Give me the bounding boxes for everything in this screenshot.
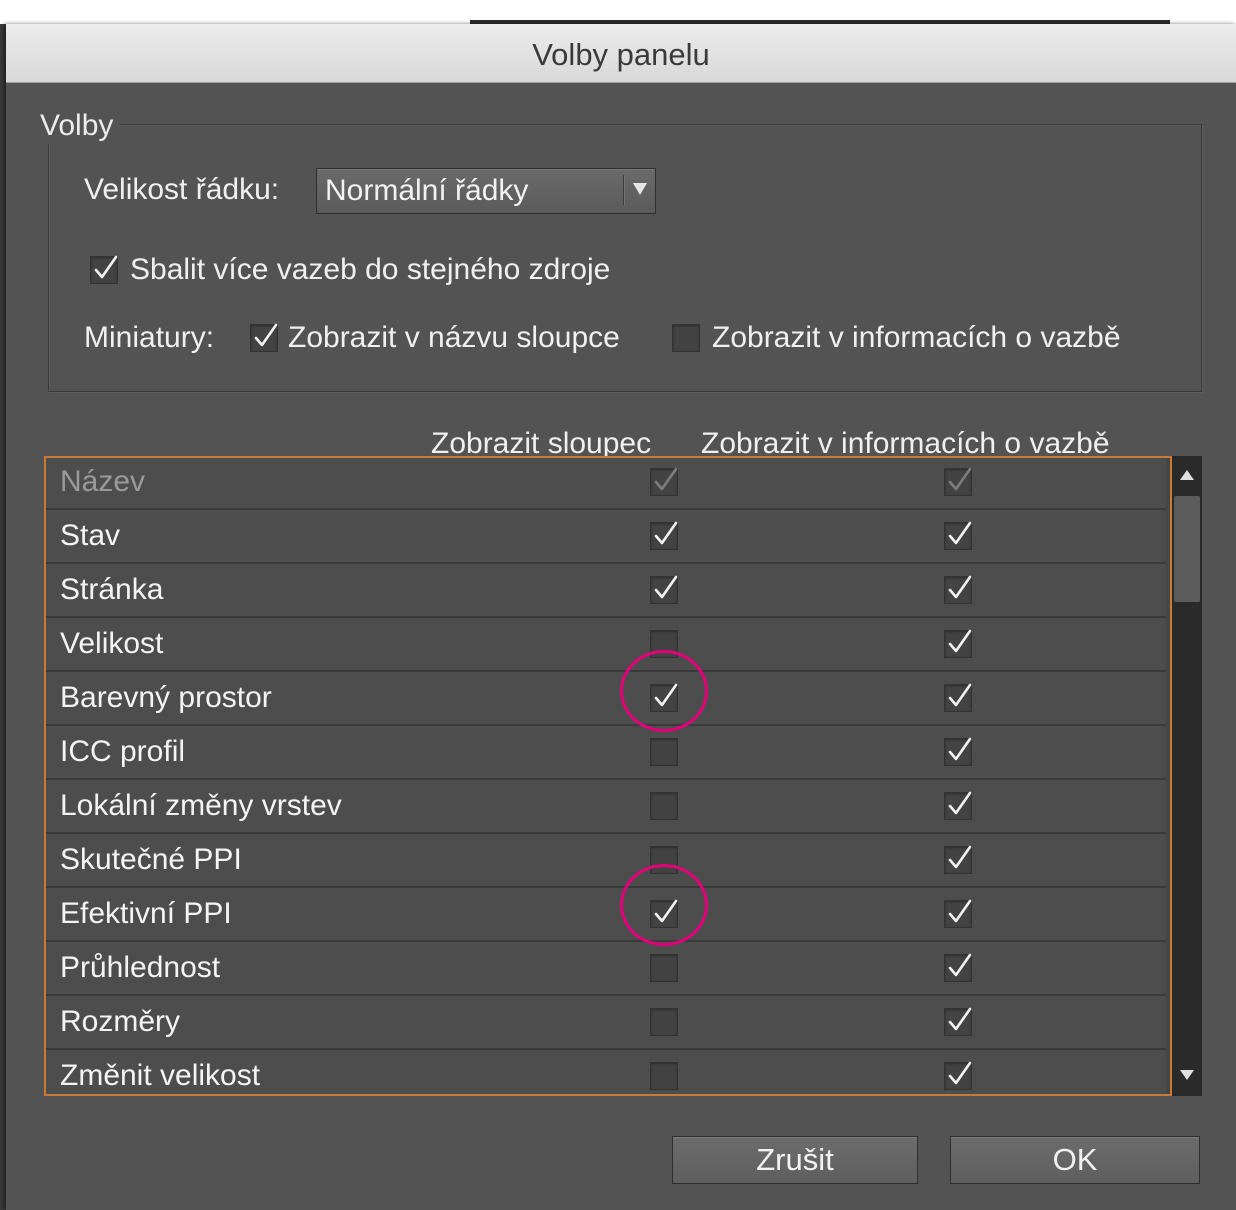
- show-column-checkbox[interactable]: [650, 575, 678, 604]
- collapse-links-label: Sbalit více vazeb do stejného zdroje: [130, 253, 611, 286]
- checkmark-icon: [948, 1007, 972, 1031]
- checkmark-icon: [948, 467, 972, 491]
- row-label: Změnit velikost: [60, 1059, 261, 1092]
- chevron-down-icon: [633, 183, 647, 195]
- thumb-in-info-label: Zobrazit v informacích o vazbě: [712, 321, 1121, 354]
- checkmark-icon: [654, 521, 678, 545]
- list-row[interactable]: Stránka: [46, 564, 1166, 618]
- checkmark-icon: [948, 683, 972, 707]
- dialog-title[interactable]: Volby panelu: [6, 24, 1236, 83]
- show-column-checkbox[interactable]: [650, 954, 678, 982]
- list-row[interactable]: ICC profil: [46, 726, 1166, 780]
- show-in-info-checkbox: [944, 467, 972, 496]
- list-row[interactable]: Změnit velikost: [46, 1050, 1166, 1094]
- highlight-circle-annotation: [620, 650, 708, 732]
- row-label: Barevný prostor: [60, 681, 272, 714]
- checkmark-icon: [948, 737, 972, 761]
- checkmark-icon: [254, 323, 278, 347]
- panel-options-dialog: Volby panelu Volby Velikost řádku: Normá…: [6, 24, 1236, 1210]
- options-group-legend: Volby: [34, 108, 120, 144]
- checkmark-icon: [948, 845, 972, 869]
- highlight-circle-annotation: [620, 864, 708, 946]
- show-in-info-checkbox[interactable]: [944, 1061, 972, 1090]
- checkmark-icon: [948, 575, 972, 599]
- list-row[interactable]: Rozměry: [46, 996, 1166, 1050]
- checkmark-icon: [948, 899, 972, 923]
- checkmark-icon: [94, 255, 118, 279]
- show-column-checkbox[interactable]: [650, 1062, 678, 1090]
- collapse-links-checkbox[interactable]: [90, 255, 118, 284]
- thumb-in-column-label: Zobrazit v názvu sloupce: [288, 321, 620, 354]
- list-row[interactable]: Velikost: [46, 618, 1166, 672]
- list-row[interactable]: Barevný prostor: [46, 672, 1166, 726]
- show-column-checkbox: [650, 467, 678, 496]
- row-size-value: Normální řádky: [325, 174, 529, 207]
- show-in-info-checkbox[interactable]: [944, 845, 972, 874]
- list-row[interactable]: Efektivní PPI: [46, 888, 1166, 942]
- scroll-thumb[interactable]: [1174, 496, 1200, 602]
- desktop-top-area: [0, 0, 1236, 24]
- dropdown-separator: [623, 175, 624, 205]
- row-size-label: Velikost řádku:: [84, 173, 280, 206]
- row-label: Efektivní PPI: [60, 897, 232, 930]
- list-row[interactable]: Stav: [46, 510, 1166, 564]
- thumbnails-label: Miniatury:: [84, 321, 215, 354]
- list-row[interactable]: Lokální změny vrstev: [46, 780, 1166, 834]
- list-scrollbar[interactable]: [1172, 456, 1202, 1096]
- show-in-info-checkbox[interactable]: [944, 521, 972, 550]
- thumb-in-info-checkbox[interactable]: [672, 324, 700, 352]
- show-in-info-checkbox[interactable]: [944, 575, 972, 604]
- row-label: ICC profil: [60, 735, 186, 768]
- scroll-up-arrow-icon[interactable]: [1180, 470, 1194, 480]
- list-row[interactable]: Název: [46, 458, 1166, 510]
- show-in-info-checkbox[interactable]: [944, 1007, 972, 1036]
- show-column-checkbox[interactable]: [650, 792, 678, 820]
- row-label: Lokální změny vrstev: [60, 789, 342, 822]
- show-in-info-checkbox[interactable]: [944, 953, 972, 982]
- row-size-dropdown[interactable]: Normální řádky: [316, 168, 656, 214]
- show-in-info-checkbox[interactable]: [944, 791, 972, 820]
- cancel-button[interactable]: Zrušit: [672, 1136, 918, 1184]
- list-row[interactable]: Průhlednost: [46, 942, 1166, 996]
- list-row[interactable]: Skutečné PPI: [46, 834, 1166, 888]
- show-in-info-checkbox[interactable]: [944, 683, 972, 712]
- checkmark-icon: [948, 521, 972, 545]
- row-label: Rozměry: [60, 1005, 181, 1038]
- checkmark-icon: [948, 791, 972, 815]
- show-in-info-checkbox[interactable]: [944, 629, 972, 658]
- thumb-in-column-checkbox[interactable]: [250, 323, 278, 352]
- row-label: Skutečné PPI: [60, 843, 242, 876]
- show-column-checkbox[interactable]: [650, 521, 678, 550]
- checkmark-icon: [948, 1061, 972, 1085]
- scroll-down-arrow-icon[interactable]: [1180, 1070, 1194, 1080]
- checkmark-icon: [948, 629, 972, 653]
- show-in-info-checkbox[interactable]: [944, 899, 972, 928]
- columns-list: Název Stav Stránka Velikost Barevný prostor I…: [44, 456, 1172, 1096]
- checkmark-icon: [948, 953, 972, 977]
- row-label: Název: [60, 465, 146, 498]
- show-column-checkbox[interactable]: [650, 1008, 678, 1036]
- checkmark-icon: [654, 467, 678, 491]
- row-label: Velikost: [60, 627, 164, 660]
- ok-button[interactable]: OK: [950, 1136, 1200, 1184]
- row-label: Průhlednost: [60, 951, 221, 984]
- show-column-checkbox[interactable]: [650, 738, 678, 766]
- row-label: Stránka: [60, 573, 164, 606]
- show-in-info-checkbox[interactable]: [944, 737, 972, 766]
- row-label: Stav: [60, 519, 121, 552]
- checkmark-icon: [654, 575, 678, 599]
